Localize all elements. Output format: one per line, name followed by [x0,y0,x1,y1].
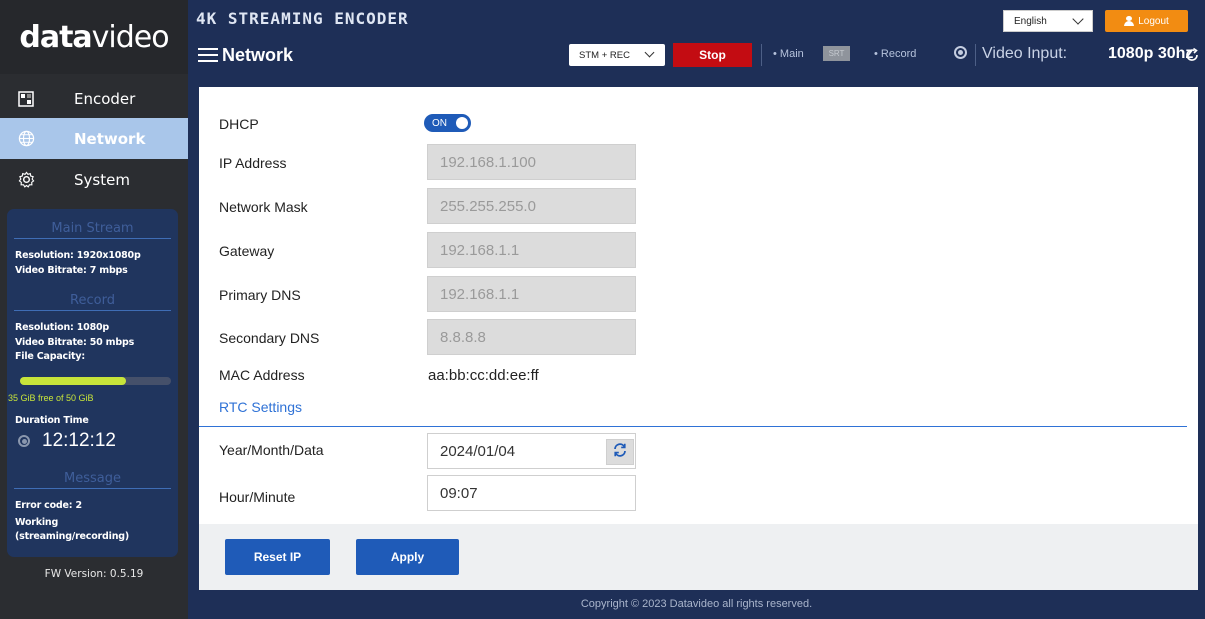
record-bitrate: Video Bitrate: 50 mbps [15,337,135,348]
logout-button[interactable]: Logout [1105,10,1188,32]
app-title: 4K STREAMING ENCODER [196,9,409,28]
ip-address-label: IP Address [219,155,287,171]
main-indicator-label: • Main [773,48,804,60]
refresh-icon[interactable] [1184,47,1200,68]
duration-value: 12:12:12 [42,430,116,451]
date-label: Year/Month/Data [219,442,324,458]
logo-light-text: video [91,19,170,55]
working-detail: (streaming/recording) [15,531,129,542]
header: 4K STREAMING ENCODER Network English Log… [188,0,1205,74]
video-input-value: 1080p 30hz [1108,45,1194,62]
ip-address-field[interactable]: 192.168.1.100 [427,144,636,180]
record-indicator-icon [18,435,30,447]
reset-ip-button[interactable]: Reset IP [225,539,330,575]
apply-button[interactable]: Apply [356,539,459,575]
mac-address-label: MAC Address [219,367,305,383]
working-status: Working [15,517,59,528]
capacity-text: 35 GiB free of 50 GiB [8,393,94,403]
srt-badge: SRT [823,46,850,61]
mode-value: STM + REC [579,49,630,61]
language-value: English [1014,15,1047,27]
copyright: Copyright © 2023 Datavideo all rights re… [580,598,813,610]
rtc-settings-title: RTC Settings [219,399,302,415]
firmware-version: FW Version: 0.5.19 [44,568,144,580]
language-select[interactable]: English [1003,10,1093,32]
primary-dns-field[interactable]: 192.168.1.1 [427,276,636,312]
file-capacity-label: File Capacity: [15,351,85,362]
network-settings-panel: DHCP ON IP Address 192.168.1.100 Network… [199,87,1198,590]
divider [975,44,976,66]
dhcp-state: ON [432,117,447,129]
divider [761,44,762,66]
main-bitrate: Video Bitrate: 7 mbps [15,265,128,276]
action-bar [199,524,1198,590]
mode-select[interactable]: STM + REC [569,44,665,66]
message-title: Message [14,471,171,489]
dhcp-toggle[interactable]: ON [424,114,471,132]
sync-icon [612,442,628,463]
mac-address-value: aa:bb:cc:dd:ee:ff [428,367,539,384]
main-stream-title: Main Stream [14,221,171,239]
secondary-dns-label: Secondary DNS [219,330,320,346]
logout-label: Logout [1138,15,1169,27]
logo-bold-text: data [19,19,92,55]
network-mask-field[interactable]: 255.255.255.0 [427,188,636,224]
record-title: Record [14,293,171,311]
main-resolution: Resolution: 1920x1080p [15,250,141,261]
sidebar-item-network[interactable]: Network [0,118,188,159]
page-title: Network [198,44,293,66]
secondary-dns-field[interactable]: 8.8.8.8 [427,319,636,355]
stop-button[interactable]: Stop [673,43,752,67]
chevron-down-icon [644,47,655,58]
video-input-label: Video Input: [982,45,1068,62]
sync-time-button[interactable] [606,439,634,465]
sidebar-item-system[interactable]: System [0,159,188,200]
duration-label: Duration Time [15,415,89,426]
record-indicator-label: • Record [874,48,917,60]
capacity-bar-fill [20,377,126,385]
sidebar-item-label: Encoder [74,89,136,108]
encoder-icon [18,90,46,107]
datavideo-logo: data video [0,0,188,74]
gateway-field[interactable]: 192.168.1.1 [427,232,636,268]
page-title-text: Network [222,44,294,65]
record-status-icon [954,46,967,59]
dhcp-label: DHCP [219,116,259,132]
user-icon [1124,16,1135,26]
date-field[interactable]: 2024/01/04 [427,433,636,469]
chevron-down-icon [1072,13,1084,25]
sidebar-item-label: System [74,170,130,189]
record-resolution: Resolution: 1080p [15,322,109,333]
gateway-label: Gateway [219,243,275,259]
duration-row: 12:12:12 [18,430,116,452]
network-mask-label: Network Mask [219,199,308,215]
sidebar-item-label: Network [74,129,146,148]
menu-icon[interactable] [198,44,218,66]
capacity-bar [20,377,171,385]
sidebar-item-encoder[interactable]: Encoder [0,78,188,119]
error-code: Error code: 2 [15,500,82,511]
sidebar: data video Encoder Network System Main St… [0,0,188,619]
globe-icon [18,130,46,147]
gear-icon [18,171,46,188]
primary-dns-label: Primary DNS [219,287,301,303]
toggle-knob [456,117,468,129]
time-field[interactable]: 09:07 [427,475,636,511]
section-divider [199,426,1187,427]
time-label: Hour/Minute [219,489,296,505]
